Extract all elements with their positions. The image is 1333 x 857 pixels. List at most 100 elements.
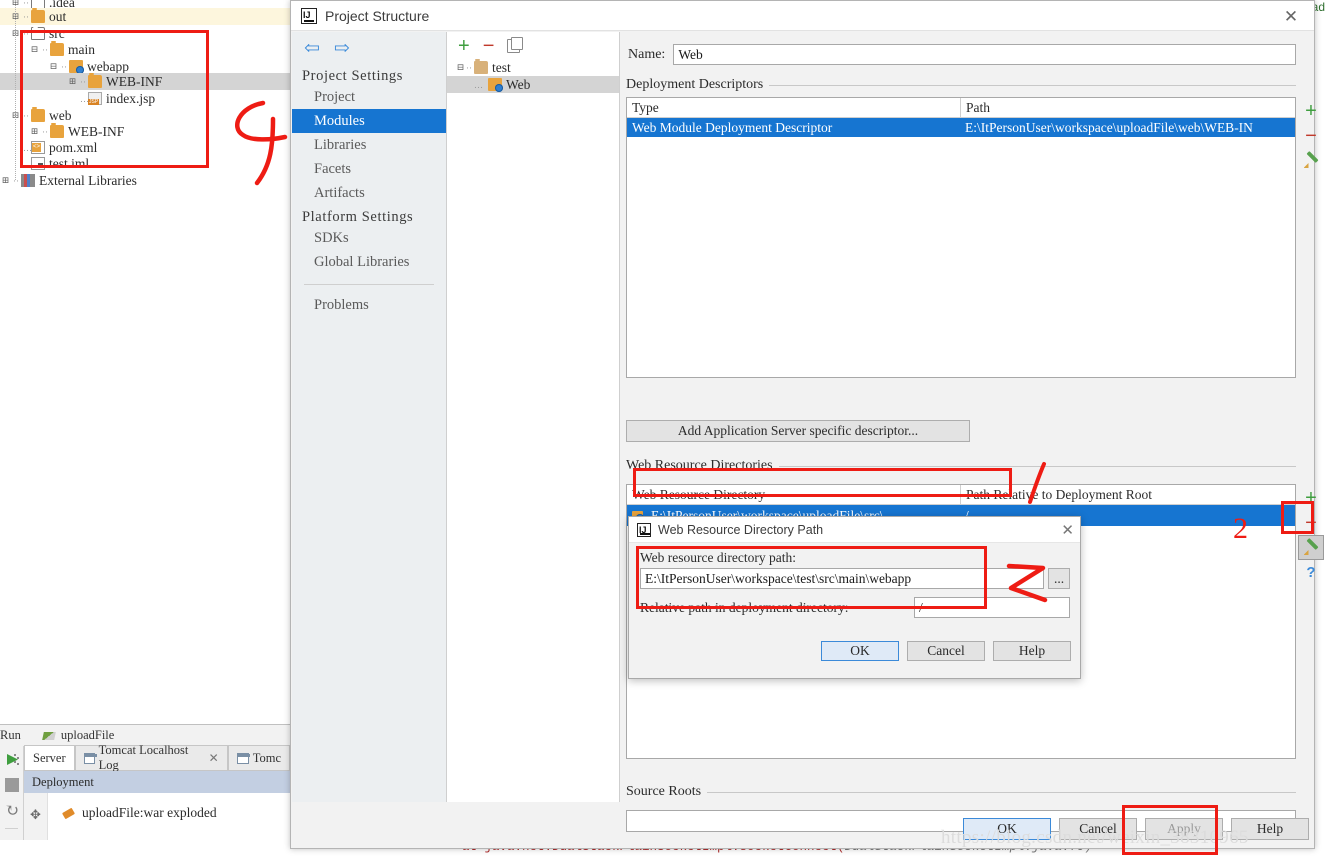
web-resource-directory-path-input[interactable]: E:\ItPersonUser\workspace\test\src\main\… <box>640 568 1044 589</box>
nav-item-global-libraries[interactable]: Global Libraries <box>292 250 446 274</box>
inner-dialog-titlebar[interactable]: Web Resource Directory Path ✕ <box>629 517 1080 543</box>
relative-path-input[interactable]: / <box>914 597 1070 618</box>
edit-web-resource-button[interactable] <box>1298 535 1324 560</box>
module-tree-item-web[interactable]: … Web <box>447 76 619 93</box>
run-tool-window: Run uploadFile ↻ » Server <box>0 724 290 857</box>
nav-item-artifacts[interactable]: Artifacts <box>292 181 446 205</box>
tree-guide: ·· <box>61 61 67 72</box>
nav-item-project[interactable]: Project <box>292 85 446 109</box>
inner-ok-button[interactable]: OK <box>821 641 899 661</box>
help-web-resource-button[interactable]: ? <box>1298 560 1324 585</box>
nav-item-libraries[interactable]: Libraries <box>292 133 446 157</box>
add-web-resource-button[interactable]: + <box>1298 485 1324 510</box>
folder-icon <box>31 8 45 23</box>
descriptors-side-buttons[interactable]: + − <box>1297 98 1325 173</box>
column-header-web-resource-directory[interactable]: Web Resource Directory <box>627 487 960 503</box>
tab-tomcat-catalina-log[interactable]: Tomc <box>227 745 290 770</box>
run-tabs[interactable]: Server Tomcat Localhost Log ✕ Tomc <box>24 743 290 772</box>
name-input[interactable]: Web <box>673 44 1296 65</box>
tree-item-label: src <box>49 25 65 41</box>
remove-descriptor-button[interactable]: − <box>1298 123 1324 148</box>
remove-module-button[interactable]: − <box>483 36 495 56</box>
close-icon[interactable]: ✕ <box>209 751 219 766</box>
deployment-artifact-item[interactable]: uploadFile:war exploded <box>62 805 217 821</box>
tree-item-label: web <box>49 107 72 123</box>
modules-panel[interactable]: + − ⊟ ·· test … Web <box>447 32 620 802</box>
rerun-button[interactable] <box>0 746 24 772</box>
table-header-row: Web Resource Directory Path Relative to … <box>627 485 1295 505</box>
deployment-descriptors-table[interactable]: Type Path Web Module Deployment Descript… <box>626 97 1317 378</box>
tree-item-external-libraries[interactable]: ⊞ ·· External Libraries <box>0 172 137 189</box>
tab-tomcat-localhost-log[interactable]: Tomcat Localhost Log ✕ <box>74 743 228 772</box>
nav-item-sdks[interactable]: SDKs <box>292 226 446 250</box>
tree-item-webinf-web[interactable]: ⊞ ·· WEB-INF <box>29 123 124 140</box>
close-icon[interactable]: ✕ <box>1061 521 1074 539</box>
inner-dialog-buttons[interactable]: OK Cancel Help <box>821 641 1071 661</box>
module-folder-icon <box>474 59 488 74</box>
add-descriptor-button[interactable]: + <box>1298 98 1324 123</box>
edit-descriptor-button[interactable] <box>1298 148 1324 173</box>
tree-guide: ·· <box>23 110 29 121</box>
nav-item-modules[interactable]: Modules <box>292 109 446 133</box>
tab-server[interactable]: Server <box>24 745 75 770</box>
tree-guide: ·· <box>80 76 86 87</box>
inner-help-button[interactable]: Help <box>993 641 1071 661</box>
collapse-toggle-icon[interactable]: ⊟ <box>455 62 466 73</box>
inner-cancel-button[interactable]: Cancel <box>907 641 985 661</box>
add-application-server-descriptor-button[interactable]: Add Application Server specific descript… <box>626 420 970 442</box>
edit-pencil-icon <box>1304 153 1319 168</box>
back-arrow-icon[interactable]: ⇦ <box>304 39 320 58</box>
intellij-logo-icon <box>301 7 317 24</box>
tree-item-web[interactable]: ⊞ ·· web <box>10 107 72 124</box>
annotation-marker-2: 2 <box>1233 512 1248 545</box>
nav-item-facets[interactable]: Facets <box>292 157 446 181</box>
column-header-path[interactable]: Path <box>961 100 1295 116</box>
dialog-titlebar[interactable]: Project Structure ✕ <box>291 1 1314 31</box>
browse-button[interactable]: ... <box>1048 568 1070 589</box>
folder-icon <box>31 107 45 122</box>
tree-item-index-jsp[interactable]: … index.jsp <box>67 90 155 107</box>
add-module-button[interactable]: + <box>458 36 470 56</box>
tree-item-webinf-webapp[interactable]: ⊞ ·· WEB-INF <box>0 73 290 90</box>
deployment-section-header: Deployment <box>24 771 290 793</box>
log-icon <box>83 752 97 764</box>
cell-type: Web Module Deployment Descriptor <box>632 119 833 135</box>
expand-toggle-icon[interactable]: ⊞ <box>0 175 11 186</box>
module-label: test <box>492 59 511 75</box>
module-label: Web <box>506 76 531 92</box>
modules-toolbar[interactable]: + − <box>447 32 619 59</box>
deployment-label: Deployment <box>32 774 94 789</box>
nav-item-label: Artifacts <box>314 184 365 201</box>
collapse-toggle-icon[interactable]: ⊟ <box>48 61 59 72</box>
column-header-type[interactable]: Type <box>627 100 960 116</box>
tree-item-pom-xml[interactable]: … pom.xml <box>10 139 97 156</box>
iml-file-icon <box>31 157 45 170</box>
group-label: Deployment Descriptors <box>626 77 764 92</box>
tree-item-main[interactable]: ⊟ ·· main <box>29 41 95 58</box>
remove-web-resource-button[interactable]: − <box>1298 510 1324 535</box>
group-divider <box>707 791 1296 793</box>
expand-toggle-icon[interactable]: ⊞ <box>67 76 78 87</box>
tree-item-src[interactable]: ⊞ ·· src <box>10 25 65 42</box>
tree-item-out[interactable]: ⊞ ·· out <box>0 8 290 25</box>
xml-file-icon <box>31 141 45 154</box>
web-resource-side-buttons[interactable]: + − ? <box>1297 485 1325 585</box>
expand-toggle-icon[interactable]: ⊞ <box>29 126 40 137</box>
nav-group-project-settings: Project Settings <box>302 68 404 84</box>
module-tree-item-test[interactable]: ⊟ ·· test <box>447 59 619 76</box>
settings-nav[interactable]: ⇦ ⇨ Project Settings Project Modules Lib… <box>292 32 447 802</box>
tree-item-test-iml[interactable]: … test.iml <box>10 155 89 172</box>
column-header-path-relative[interactable]: Path Relative to Deployment Root <box>961 487 1295 503</box>
copy-module-icon[interactable] <box>507 36 524 53</box>
forward-arrow-icon[interactable]: ⇨ <box>334 39 350 58</box>
tree-item-label: main <box>68 41 95 57</box>
restart-button[interactable]: ↻ <box>0 798 24 824</box>
nav-history-buttons[interactable]: ⇦ ⇨ <box>292 32 446 64</box>
stop-button[interactable] <box>0 772 24 798</box>
close-icon[interactable]: ✕ <box>1276 7 1306 27</box>
table-row[interactable]: Web Module Deployment Descriptor E:\ItPe… <box>627 118 1295 137</box>
collapse-toggle-icon[interactable]: ⊟ <box>29 44 40 55</box>
nav-item-problems[interactable]: Problems <box>292 293 446 317</box>
project-structure-dialog: Project Structure ✕ ⇦ ⇨ Project Settings… <box>290 0 1324 849</box>
folder-white-icon <box>31 26 45 40</box>
